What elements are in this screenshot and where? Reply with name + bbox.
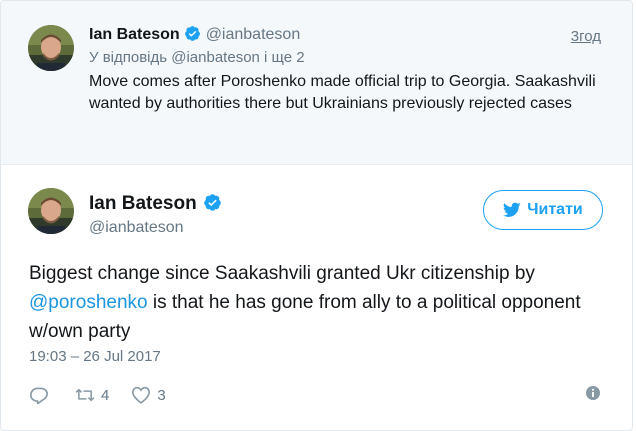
author-name-row[interactable]: Ian Bateson [89, 193, 222, 215]
like-count: 3 [157, 386, 166, 404]
tweet-text: Biggest change since Saakashvili granted… [29, 259, 609, 346]
author-handle[interactable]: @ianbateson [89, 219, 184, 237]
tweet-text-part: Biggest change since Saakashvili granted… [29, 263, 535, 284]
author-handle[interactable]: @ianbateson [206, 26, 301, 43]
verified-badge-icon [184, 26, 200, 41]
follow-button-label: Читати [527, 201, 583, 218]
avatar[interactable] [28, 25, 74, 71]
reply-icon [29, 387, 49, 404]
twitter-bird-icon [503, 202, 521, 217]
more-options-icon[interactable] [586, 386, 600, 400]
tweet-date[interactable]: 19:03 – 26 Jul 2017 [29, 348, 161, 365]
avatar[interactable] [28, 188, 74, 234]
tweet-embed: Ian Bateson @ianbateson 3год У відповідь … [0, 0, 633, 431]
parent-tweet-header: Ian Bateson @ianbateson [89, 25, 300, 44]
reply-context[interactable]: У відповідь @ianbateson і ще 2 [89, 49, 305, 66]
parent-tweet[interactable]: Ian Bateson @ianbateson 3год У відповідь … [1, 1, 632, 165]
reply-button[interactable] [29, 386, 49, 404]
mention-link[interactable]: @poroshenko [29, 292, 148, 313]
parent-tweet-text: Move comes after Poroshenko made officia… [89, 73, 596, 112]
follow-button[interactable]: Читати [483, 190, 603, 230]
retweet-count: 4 [101, 386, 110, 404]
tweet-actions: 4 3 [29, 384, 166, 406]
retweet-icon [75, 388, 95, 402]
tweet-timestamp[interactable]: 3год [571, 28, 601, 45]
like-heart-icon [132, 386, 151, 404]
like-button[interactable]: 3 [131, 386, 166, 404]
author-name[interactable]: Ian Bateson [89, 193, 197, 214]
retweet-button[interactable]: 4 [75, 386, 109, 404]
verified-badge-icon [203, 194, 221, 211]
author-name[interactable]: Ian Bateson [89, 26, 180, 43]
